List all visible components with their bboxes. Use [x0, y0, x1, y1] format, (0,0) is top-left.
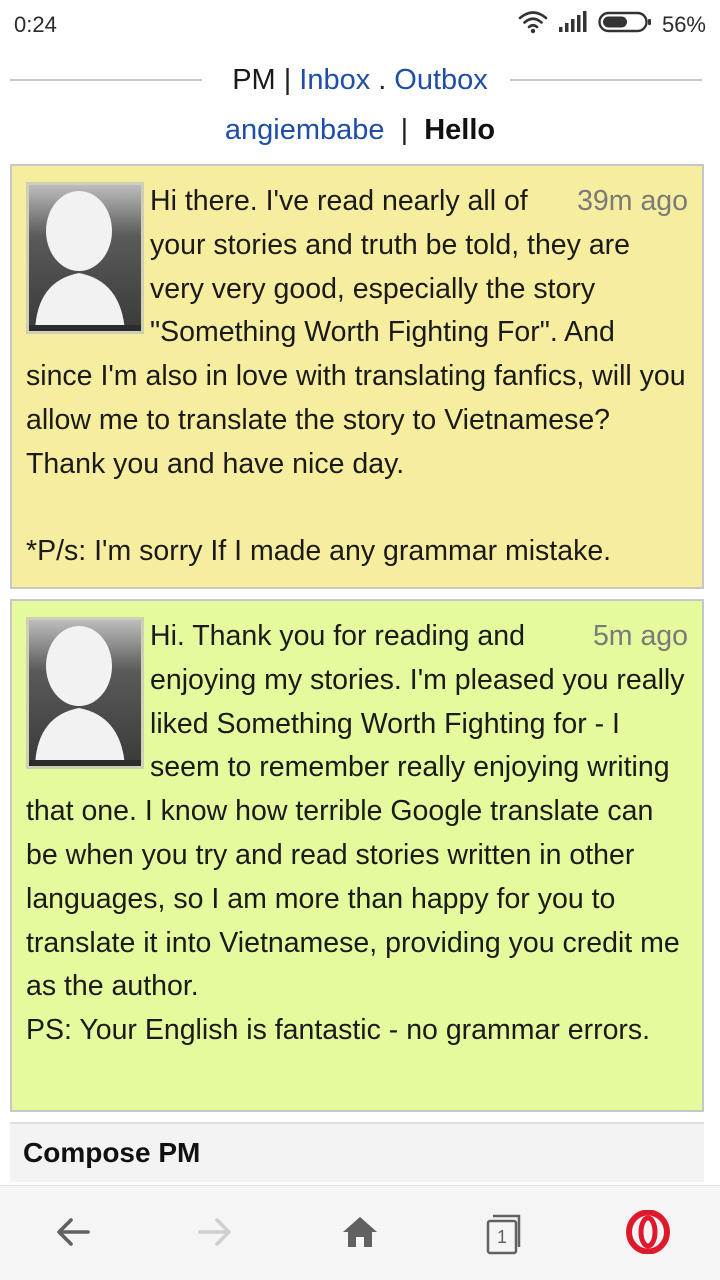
status-icons: 56% [518, 10, 706, 40]
avatar[interactable] [26, 182, 144, 334]
forward-arrow-icon [197, 1216, 233, 1253]
thread-title: Hello [424, 114, 496, 146]
avatar[interactable] [26, 617, 144, 769]
back-button[interactable] [48, 1209, 98, 1259]
outbox-link[interactable]: Outbox [394, 64, 488, 97]
status-time: 0:24 [14, 12, 57, 37]
battery-percent: 56% [661, 12, 706, 37]
tab-count: 1 [496, 1227, 507, 1247]
browser-nav-bar: 1 [0, 1185, 720, 1280]
message-sent: 5m ago Hi. Thank you for reading and enj… [10, 599, 704, 1112]
thread-header: angiembabe | Hello [0, 114, 720, 147]
message-time: 39m ago [577, 185, 688, 217]
message-received: 39m ago Hi there. I've read nearly all o… [10, 164, 704, 589]
signal-icon [558, 11, 588, 39]
pm-separator: | [283, 63, 292, 96]
back-arrow-icon [55, 1216, 91, 1253]
opera-icon [626, 1209, 670, 1259]
compose-pm-label: Compose PM [23, 1137, 201, 1168]
pm-label: PM [232, 63, 276, 96]
inbox-outbox-separator: . [378, 63, 387, 96]
tabs-button[interactable]: 1 [479, 1209, 529, 1259]
pm-header: PM | Inbox . Outbox angiembabe | Hello [0, 50, 720, 160]
home-button[interactable] [335, 1209, 385, 1259]
user-link[interactable]: angiembabe [225, 114, 385, 146]
home-icon [341, 1215, 379, 1254]
compose-pm-header[interactable]: Compose PM [10, 1122, 704, 1182]
forward-button[interactable] [190, 1209, 240, 1259]
inbox-link[interactable]: Inbox [299, 64, 370, 97]
tabs-icon: 1 [485, 1213, 523, 1255]
pm-nav: PM | Inbox . Outbox [0, 58, 720, 102]
thread-separator: | [400, 114, 409, 146]
wifi-icon [518, 10, 548, 40]
status-bar: 0:24 56% [0, 0, 720, 50]
battery-icon [598, 11, 652, 39]
message-time: 5m ago [592, 620, 688, 652]
opera-menu-button[interactable] [623, 1209, 673, 1259]
